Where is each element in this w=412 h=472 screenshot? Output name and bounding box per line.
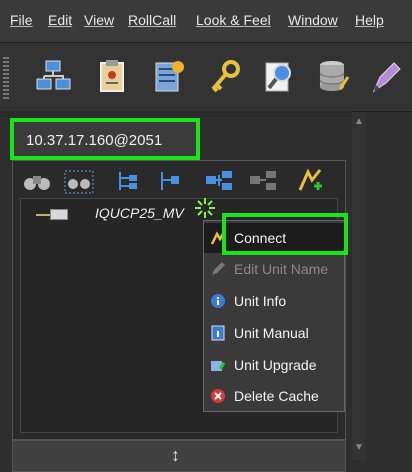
menu-item-unit-upgrade[interactable]: Unit Upgrade bbox=[204, 350, 346, 380]
main-toolbar bbox=[0, 43, 412, 112]
menu-rollcall[interactable]: RollCall bbox=[128, 12, 176, 28]
disconnect-tree-icon[interactable] bbox=[248, 168, 278, 194]
key-icon[interactable] bbox=[205, 57, 245, 97]
menu-look-and-feel[interactable]: Look & Feel bbox=[196, 12, 271, 28]
menu-edit[interactable]: Edit bbox=[48, 12, 72, 28]
scroll-up-icon[interactable]: ▲ bbox=[354, 116, 364, 127]
menu-help[interactable]: Help bbox=[355, 12, 384, 28]
menu-item-unit-manual[interactable]: Unit Manual bbox=[204, 318, 346, 348]
connect-tree-icon[interactable] bbox=[204, 168, 234, 194]
resize-bar[interactable]: ↕ bbox=[12, 440, 346, 472]
pencil-icon bbox=[210, 261, 226, 277]
unit-node-label[interactable]: IQUCP25_MV bbox=[95, 205, 184, 221]
menu-item-edit-unit-name[interactable]: Edit Unit Name bbox=[204, 254, 346, 284]
binoculars-icon[interactable] bbox=[22, 168, 52, 194]
side-scrollbar[interactable]: ▲ ▼ bbox=[352, 112, 366, 460]
clipboard-icon[interactable] bbox=[92, 57, 132, 97]
scroll-down-icon[interactable]: ▼ bbox=[354, 442, 364, 453]
binoculars-select-icon[interactable] bbox=[64, 168, 94, 194]
tree-connector bbox=[36, 214, 50, 216]
info-icon bbox=[210, 293, 226, 309]
delete-icon bbox=[210, 388, 226, 404]
unit-node-icon bbox=[50, 209, 68, 220]
resize-icon: ↕ bbox=[171, 445, 180, 465]
search-doc-icon[interactable] bbox=[260, 57, 300, 97]
toolbar-grip[interactable] bbox=[3, 57, 9, 99]
menu-window[interactable]: Window bbox=[288, 12, 338, 28]
menu-item-delete-cache[interactable]: Delete Cache bbox=[204, 381, 346, 411]
menu-view[interactable]: View bbox=[84, 12, 114, 28]
menu-file[interactable]: File bbox=[10, 12, 33, 28]
menu-item-unit-info[interactable]: Unit Info bbox=[204, 286, 346, 316]
menu-bar: File Edit View RollCall Look & Feel Wind… bbox=[0, 0, 412, 43]
connection-tab[interactable]: 10.37.17.160@2051 bbox=[10, 118, 200, 160]
collapse-tree-icon[interactable] bbox=[154, 168, 184, 194]
network-icon[interactable] bbox=[34, 57, 74, 97]
add-unit-icon[interactable] bbox=[294, 168, 324, 194]
upgrade-icon bbox=[210, 357, 226, 373]
edit-icon[interactable] bbox=[368, 57, 408, 97]
manual-icon bbox=[210, 325, 226, 341]
connect-highlight bbox=[222, 213, 348, 255]
busy-cursor-icon bbox=[193, 196, 217, 220]
database-icon[interactable] bbox=[314, 57, 354, 97]
expand-tree-icon[interactable] bbox=[112, 168, 142, 194]
toolbar-divider bbox=[0, 111, 352, 117]
server-config-icon[interactable] bbox=[148, 57, 188, 97]
connection-tab-label: 10.37.17.160@2051 bbox=[26, 132, 163, 149]
